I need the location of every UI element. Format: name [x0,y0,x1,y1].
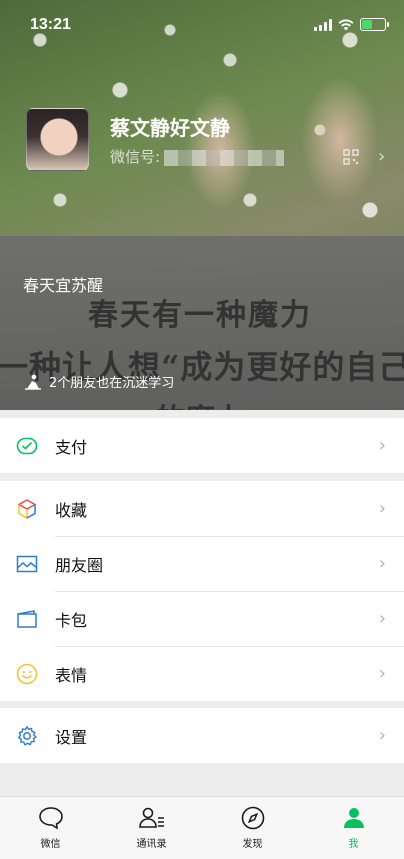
pay-icon [15,434,39,458]
reading-person-icon [25,374,41,390]
menu-label-pay: 支付 [55,437,88,457]
chevron-right-icon: › [378,553,386,574]
menu-label-settings: 设置 [55,727,88,747]
menu-item-favorites[interactable]: 收藏 › [0,481,404,536]
contacts-icon [138,807,164,828]
profile-name: 蔡文静好文静 [110,116,230,140]
wechat-id: 微信号: [110,146,285,167]
menu-item-pay[interactable]: 支付 › [0,418,404,473]
profile-header[interactable]: 蔡文静好文静 微信号: › [0,108,404,178]
pay-section: 支付 › [0,418,404,473]
tab-label-contacts: 通讯录 [136,839,167,850]
menu-item-settings[interactable]: 设置 › [0,708,404,763]
me-icon [343,808,364,828]
chevron-right-icon: › [378,663,386,684]
wallet-icon [15,607,39,631]
tab-discover[interactable]: 发现 [202,797,303,859]
wechat-id-label: 微信号: [110,148,161,166]
chevron-right-icon: › [378,498,386,519]
smiley-icon [15,662,39,686]
cube-icon [15,497,39,521]
menu-label-cards: 卡包 [55,610,88,630]
compass-icon [241,806,264,830]
wechat-id-redacted [164,149,285,166]
status-icons [314,18,389,31]
menu-item-stickers[interactable]: 表情 › [0,646,404,701]
tab-label-chats: 微信 [40,839,61,850]
status-background-line-1: 春天有一种魔力 [88,298,312,333]
gear-icon [15,724,39,748]
qr-code-icon[interactable] [343,149,359,165]
chat-icon [38,807,63,830]
content-section: 收藏 › 朋友圈 › 卡包 › 表情 › [0,481,404,701]
picture-icon [15,552,39,576]
status-bar: 13:21 [0,0,404,48]
chevron-right-icon[interactable]: › [378,146,385,167]
signal-icon [314,18,332,31]
settings-section: 设置 › [0,708,404,763]
tab-me[interactable]: 我 [303,797,404,859]
tab-bar: 微信 通讯录 发现 我 [0,796,404,859]
menu-label-stickers: 表情 [55,665,88,685]
friends-status-text: 2个朋友也在沉迷学习 [49,376,175,391]
chevron-right-icon: › [378,608,386,629]
menu-label-moments: 朋友圈 [55,555,104,575]
status-card-title[interactable]: 春天宜苏醒 [23,272,103,296]
menu-item-cards[interactable]: 卡包 › [0,591,404,646]
tab-label-discover: 发现 [242,839,263,850]
status-time: 13:21 [30,16,71,33]
friends-status[interactable]: 2个朋友也在沉迷学习 [24,372,174,391]
chevron-right-icon: › [378,725,386,746]
menu-item-moments[interactable]: 朋友圈 › [0,536,404,591]
tab-label-me: 我 [348,839,359,850]
tab-contacts[interactable]: 通讯录 [101,797,202,859]
chevron-right-icon: › [378,435,386,456]
menu-label-favorites: 收藏 [55,500,88,520]
status-background-line-3: 的魔力 [155,395,245,410]
battery-icon [360,18,389,31]
wifi-icon [338,19,354,30]
tab-chats[interactable]: 微信 [0,797,101,859]
avatar[interactable] [26,108,89,171]
